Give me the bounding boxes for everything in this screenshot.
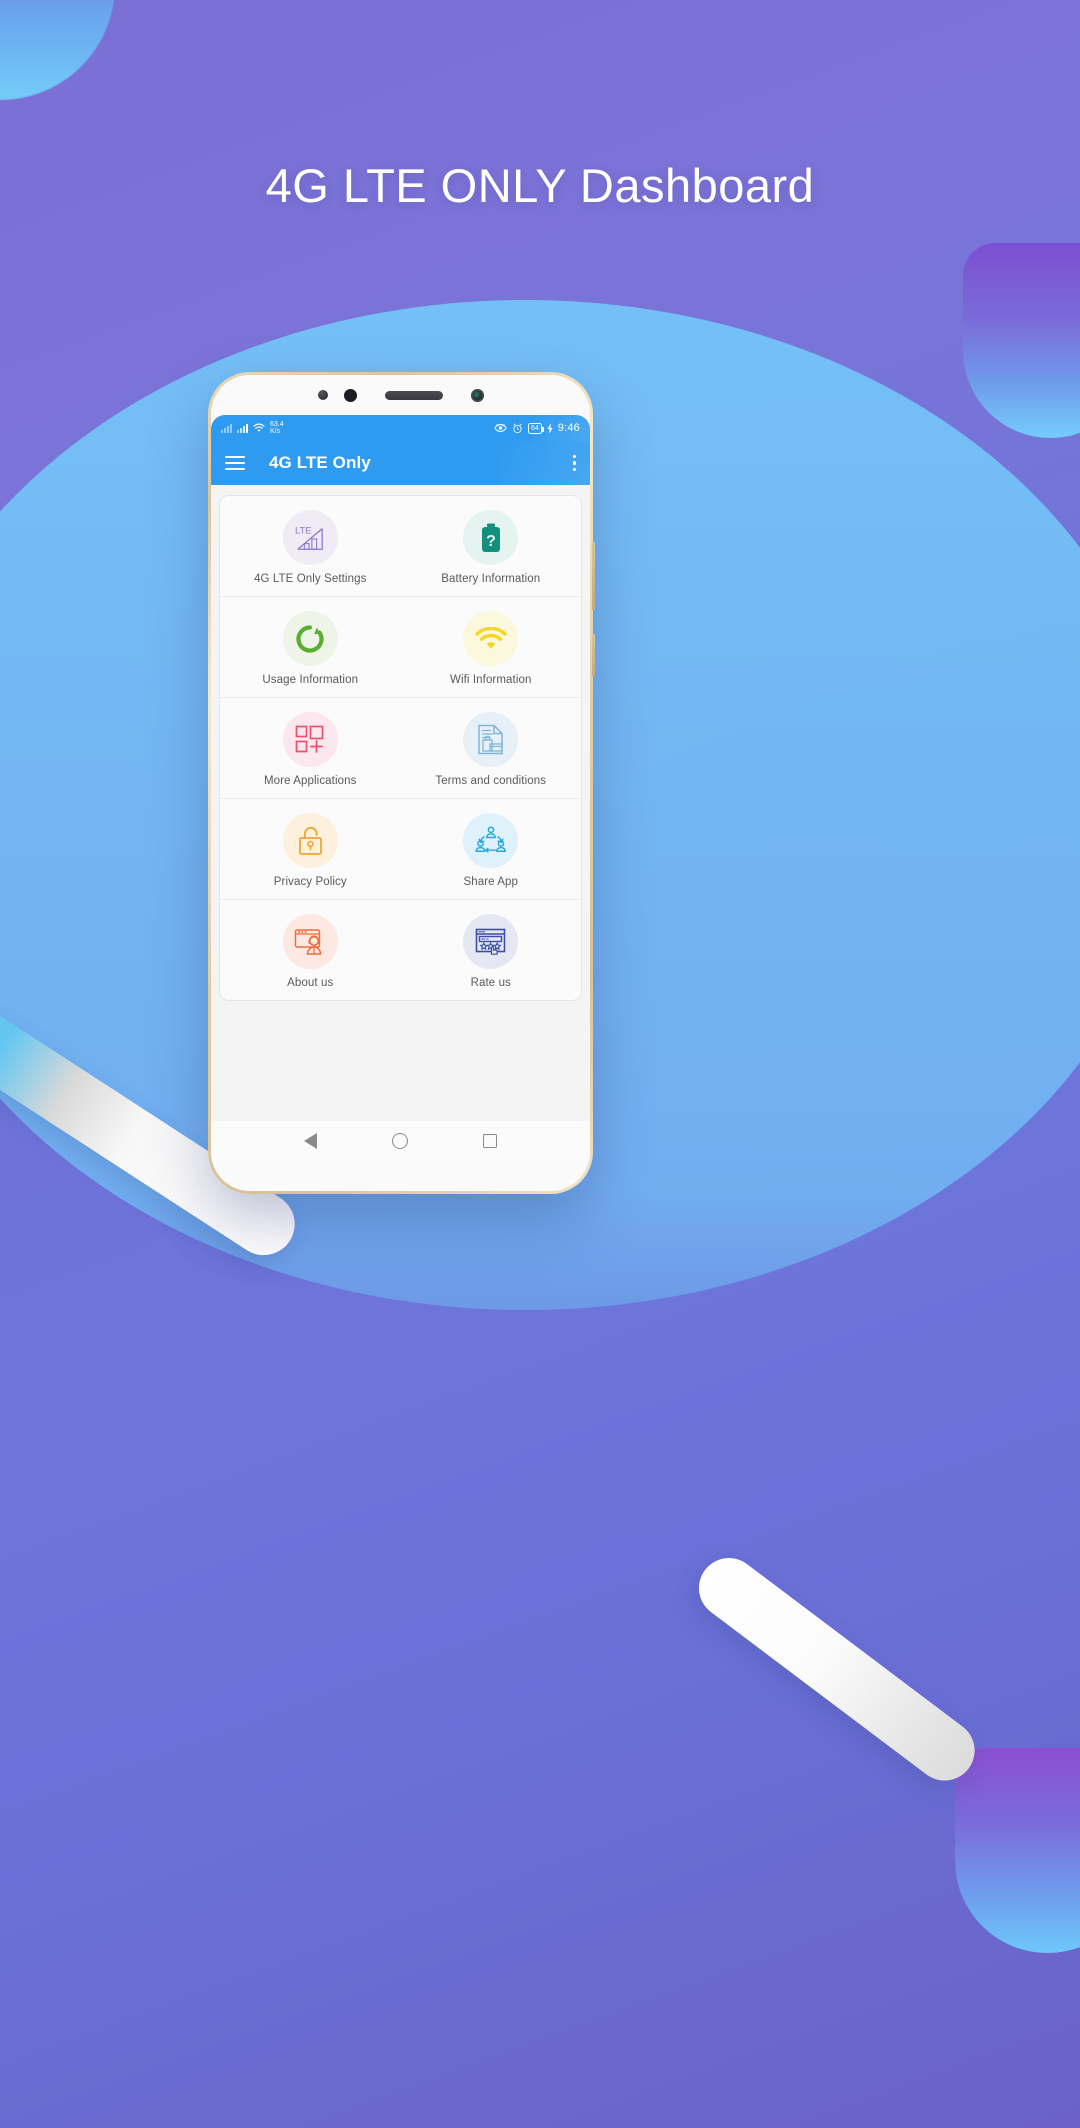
network-speed: 63.4 K/s — [270, 420, 284, 436]
tile-label: About us — [287, 977, 334, 989]
front-camera-icon — [470, 388, 484, 402]
light-sensor-icon — [343, 388, 357, 402]
power-button[interactable] — [592, 634, 595, 676]
blob-top-right — [963, 243, 1080, 438]
tile-usage-information[interactable]: Usage Information — [220, 597, 401, 697]
tile-rate-us[interactable]: Rate us — [401, 900, 582, 1000]
page-title: 4G LTE ONLY Dashboard — [265, 159, 815, 212]
tile-label: Usage Information — [262, 674, 359, 686]
tile-label: 4G LTE Only Settings — [254, 573, 367, 585]
recents-square-icon[interactable] — [482, 1134, 497, 1148]
share-network-icon — [463, 813, 519, 868]
phone-bottom-bezel — [211, 1161, 590, 1191]
tile-label: Share App — [463, 876, 519, 888]
dashboard-row: LTE 4G LTE Only Settings ? Battery Infor… — [220, 496, 581, 597]
tile-privacy-policy[interactable]: Privacy Policy — [220, 799, 401, 899]
tile-label: Wifi Information — [450, 674, 532, 686]
svg-text:LTE: LTE — [295, 525, 311, 535]
dashboard-content: LTE 4G LTE Only Settings ? Battery Infor… — [211, 485, 590, 1121]
document-icon — [463, 712, 519, 767]
tile-label: Rate us — [470, 977, 511, 989]
dashboard-row: More Applications Terms and conditions — [220, 698, 581, 799]
charging-bolt-icon — [547, 422, 553, 434]
tile-about-us[interactable]: About us — [220, 900, 401, 1000]
volume-button[interactable] — [592, 542, 595, 610]
lte-signal-icon: LTE — [282, 510, 338, 565]
tile-label: Privacy Policy — [273, 876, 347, 888]
tile-share-app[interactable]: Share App — [401, 799, 582, 899]
phone-mockup: 63.4 K/s 64 9:46 4G LTE Only LTE 4G LTE … — [208, 372, 595, 1194]
status-bar-clock: 9:46 — [557, 422, 580, 434]
android-nav-bar — [211, 1121, 590, 1161]
tile-more-applications[interactable]: More Applications — [220, 698, 401, 798]
proximity-sensor-icon — [317, 390, 328, 400]
tile-label: Battery Information — [441, 573, 541, 585]
tile-label: More Applications — [264, 775, 357, 787]
tile-label: Terms and conditions — [435, 775, 547, 787]
alarm-clock-icon — [512, 423, 523, 434]
padlock-icon — [282, 813, 338, 868]
battery-icon: 64 — [527, 422, 544, 434]
usage-donut-icon — [282, 611, 338, 666]
support-agent-icon — [282, 914, 338, 969]
dashboard-row: Usage Information Wifi Information — [220, 597, 581, 698]
svg-text:?: ? — [486, 533, 496, 550]
app-bar-title: 4G LTE Only — [269, 453, 371, 472]
app-bar: 4G LTE Only — [211, 441, 590, 485]
status-bar: 63.4 K/s 64 9:46 — [211, 415, 590, 441]
home-circle-icon[interactable] — [391, 1133, 408, 1149]
dashboard-card: LTE 4G LTE Only Settings ? Battery Infor… — [219, 495, 582, 1001]
phone-screen: 63.4 K/s 64 9:46 4G LTE Only LTE 4G LTE … — [211, 415, 590, 1161]
wifi-icon — [253, 423, 265, 433]
rating-stars-icon — [463, 914, 519, 969]
battery-question-icon: ? — [463, 510, 519, 565]
tile-terms-and-conditions[interactable]: Terms and conditions — [401, 698, 582, 798]
phone-top-bezel — [211, 375, 590, 415]
signal-bars-icon — [221, 423, 232, 433]
eye-icon — [494, 423, 507, 433]
kebab-menu-icon[interactable] — [572, 454, 576, 472]
earpiece-speaker — [384, 390, 443, 400]
blob-bottom-right — [955, 1748, 1080, 1953]
blob-top-left — [0, 0, 115, 100]
grid-plus-icon — [282, 712, 338, 767]
dashboard-row: About us Rate us — [220, 900, 581, 1000]
dashboard-row: Privacy Policy Share App — [220, 799, 581, 900]
tile-4g-lte-only-settings[interactable]: LTE 4G LTE Only Settings — [220, 496, 401, 596]
hamburger-menu-icon[interactable] — [225, 456, 245, 470]
tile-battery-information[interactable]: ? Battery Information — [401, 496, 582, 596]
back-triangle-icon[interactable] — [304, 1133, 318, 1149]
diagonal-stick-right — [686, 1546, 987, 1793]
signal-bars-icon-2 — [237, 423, 248, 433]
tile-wifi-information[interactable]: Wifi Information — [401, 597, 582, 697]
wifi-signal-icon — [463, 611, 519, 666]
